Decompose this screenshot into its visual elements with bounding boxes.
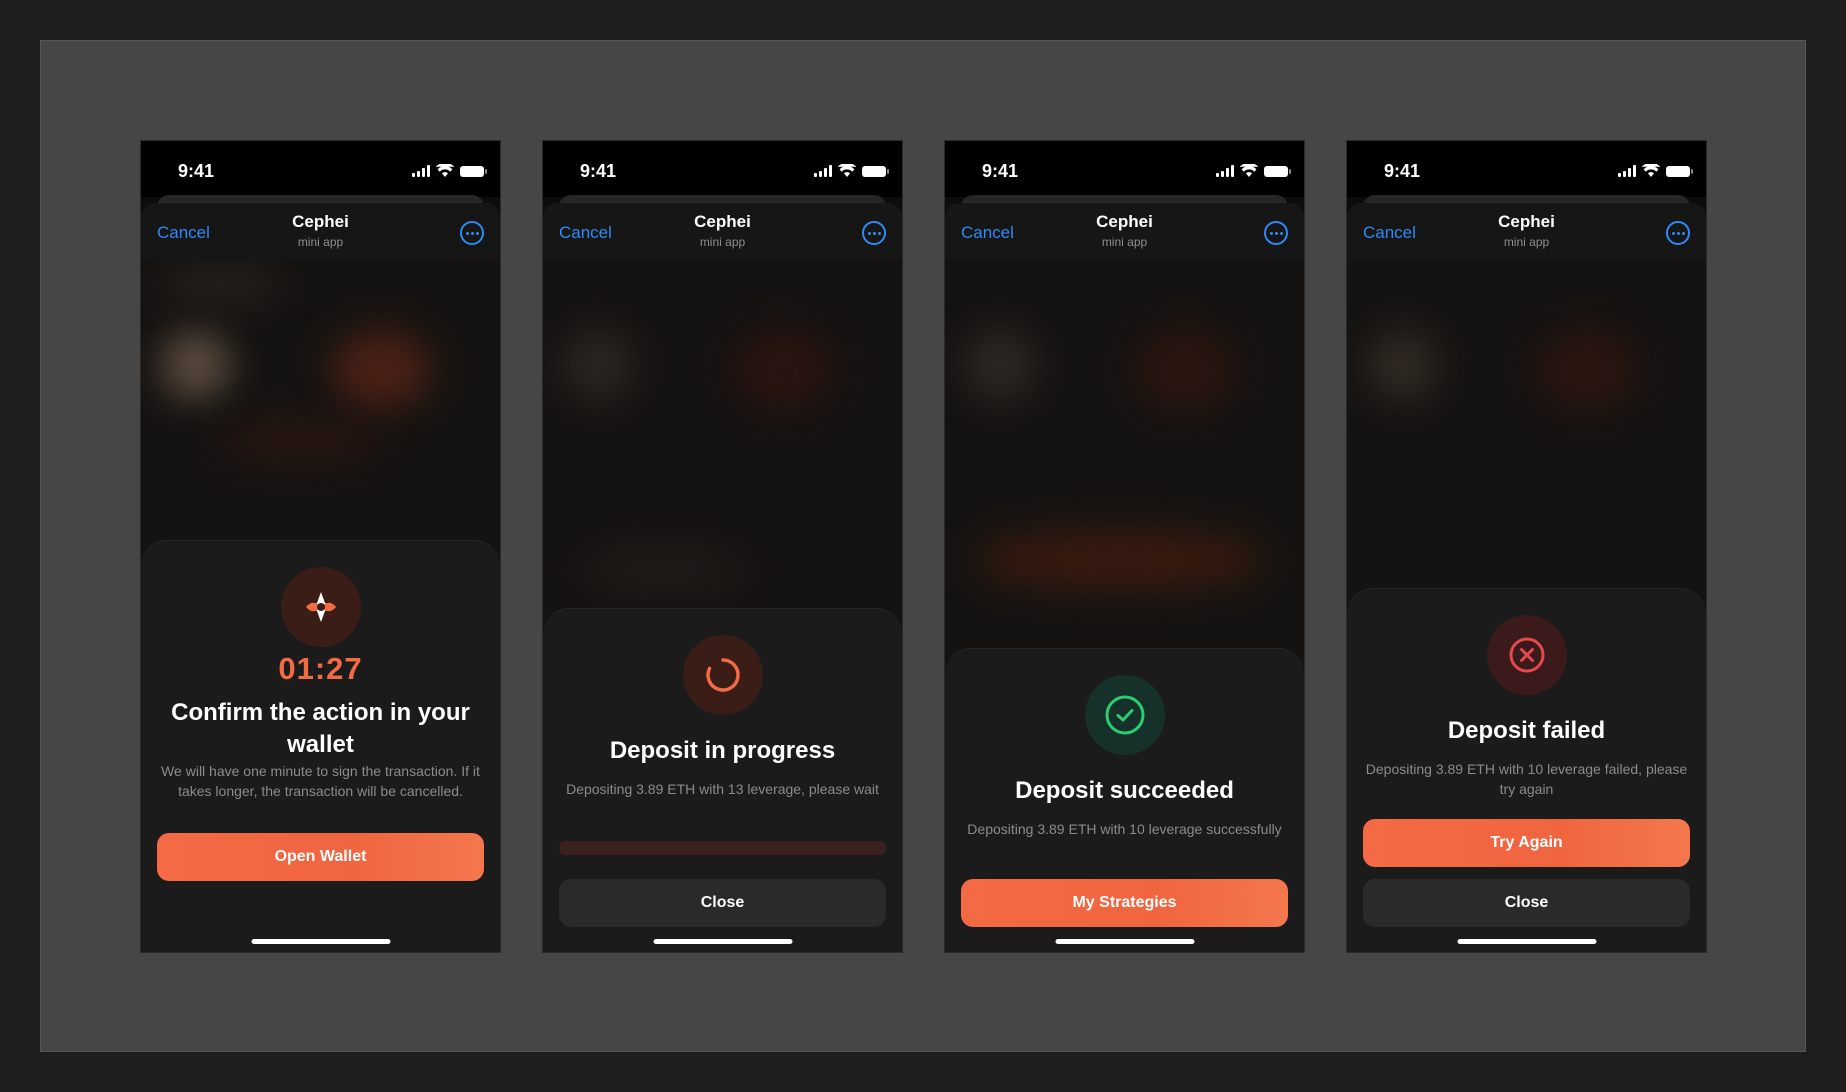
status-bar: 9:41 bbox=[141, 141, 500, 197]
battery-icon bbox=[862, 166, 889, 177]
battery-icon bbox=[1666, 166, 1693, 177]
mini-app-header: Cancel Cephei mini app bbox=[141, 203, 500, 260]
phone-screen-confirm-wallet: 9:41 Cancel Cephei mini app 01:27 Confir… bbox=[140, 140, 501, 953]
mini-app-header: Cancel Cephei mini app bbox=[543, 203, 902, 260]
battery-icon bbox=[1264, 166, 1291, 177]
spinner-icon bbox=[682, 635, 763, 715]
phone-screen-deposit-progress: 9:41 Cancel Cephei mini app Deposit in p… bbox=[542, 140, 903, 953]
bottom-sheet: Deposit in progress Depositing 3.89 ETH … bbox=[543, 608, 902, 952]
app-title: Cephei bbox=[1498, 212, 1555, 231]
status-bar: 9:41 bbox=[1347, 141, 1706, 197]
sheet-title: Deposit succeeded bbox=[1015, 777, 1234, 804]
sheet-description: Depositing 3.89 ETH with 10 leverage fai… bbox=[1365, 761, 1688, 797]
app-title: Cephei bbox=[1096, 212, 1153, 231]
sheet-title: Confirm the action in your wallet bbox=[171, 699, 470, 758]
mini-app-header: Cancel Cephei mini app bbox=[1347, 203, 1706, 260]
cephei-logo-icon bbox=[280, 567, 361, 647]
sheet-title: Deposit failed bbox=[1447, 717, 1606, 744]
presentation-canvas: 9:41 Cancel Cephei mini app 01:27 Confir… bbox=[40, 40, 1806, 1052]
try-again-button[interactable]: Try Again bbox=[1363, 819, 1690, 867]
wifi-icon bbox=[436, 164, 454, 177]
app-subtitle: mini app bbox=[1101, 235, 1148, 249]
status-time: 9:41 bbox=[580, 161, 617, 181]
battery-icon bbox=[460, 166, 487, 177]
status-icons bbox=[1618, 163, 1693, 177]
status-bar: 9:41 bbox=[945, 141, 1304, 197]
wifi-icon bbox=[1240, 164, 1258, 177]
status-icons bbox=[1216, 163, 1291, 177]
wifi-icon bbox=[838, 164, 856, 177]
sheet-description: Depositing 3.89 ETH with 13 leverage, pl… bbox=[566, 781, 879, 797]
signal-icon bbox=[814, 165, 832, 177]
sheet-description: Depositing 3.89 ETH with 10 leverage suc… bbox=[967, 821, 1282, 837]
close-button[interactable]: Close bbox=[559, 879, 886, 927]
wifi-icon bbox=[1642, 164, 1660, 177]
sheet-title: Deposit in progress bbox=[609, 737, 836, 764]
status-time: 9:41 bbox=[1384, 161, 1421, 181]
home-indicator bbox=[1457, 939, 1596, 944]
app-subtitle: mini app bbox=[297, 235, 344, 249]
status-icons bbox=[412, 163, 487, 177]
more-options-icon[interactable] bbox=[1264, 221, 1288, 245]
countdown-timer: 01:27 bbox=[278, 651, 363, 686]
app-title: Cephei bbox=[694, 212, 751, 231]
signal-icon bbox=[412, 165, 430, 177]
signal-icon bbox=[1618, 165, 1636, 177]
mini-app-header: Cancel Cephei mini app bbox=[945, 203, 1304, 260]
status-time: 9:41 bbox=[982, 161, 1019, 181]
x-circle-icon bbox=[1486, 615, 1567, 695]
check-circle-icon bbox=[1084, 675, 1165, 755]
bottom-sheet: Deposit succeeded Depositing 3.89 ETH wi… bbox=[945, 648, 1304, 952]
close-button[interactable]: Close bbox=[1363, 879, 1690, 927]
app-subtitle: mini app bbox=[699, 235, 746, 249]
status-time: 9:41 bbox=[178, 161, 215, 181]
phone-screen-deposit-failed: 9:41 Cancel Cephei mini app Deposit fail… bbox=[1346, 140, 1707, 953]
home-indicator bbox=[251, 939, 390, 944]
app-subtitle: mini app bbox=[1503, 235, 1550, 249]
signal-icon bbox=[1216, 165, 1234, 177]
more-options-icon[interactable] bbox=[460, 221, 484, 245]
app-title: Cephei bbox=[292, 212, 349, 231]
status-bar: 9:41 bbox=[543, 141, 902, 197]
phone-screen-deposit-succeeded: 9:41 Cancel Cephei mini app Deposit succ… bbox=[944, 140, 1305, 953]
home-indicator bbox=[653, 939, 792, 944]
more-options-icon[interactable] bbox=[862, 221, 886, 245]
status-icons bbox=[814, 163, 889, 177]
bottom-sheet: Deposit failed Depositing 3.89 ETH with … bbox=[1347, 588, 1706, 952]
progress-bar bbox=[559, 841, 886, 855]
open-wallet-button[interactable]: Open Wallet bbox=[157, 833, 484, 881]
sheet-description: We will have one minute to sign the tran… bbox=[161, 763, 480, 799]
my-strategies-button[interactable]: My Strategies bbox=[961, 879, 1288, 927]
bottom-sheet: 01:27 Confirm the action in your wallet … bbox=[141, 540, 500, 952]
home-indicator bbox=[1055, 939, 1194, 944]
more-options-icon[interactable] bbox=[1666, 221, 1690, 245]
